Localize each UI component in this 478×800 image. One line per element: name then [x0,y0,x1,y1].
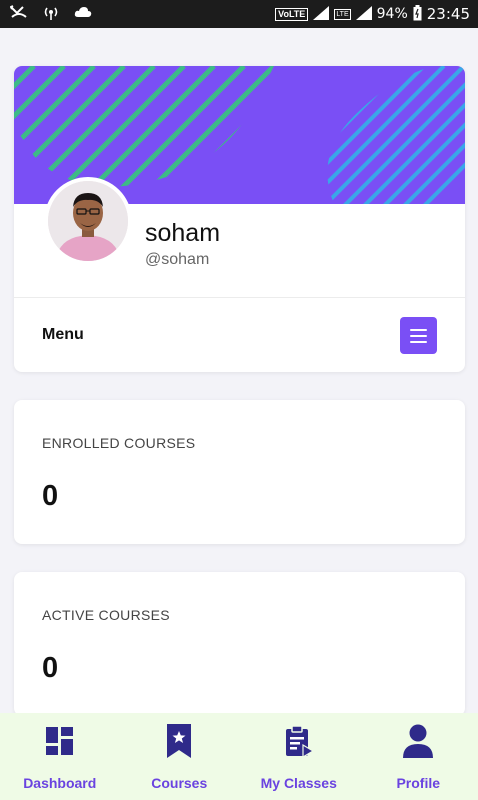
user-handle: @soham [145,251,210,268]
cloud-icon [74,5,92,23]
dashboard-icon [42,723,78,759]
clipboard-play-icon [281,723,317,759]
nav-my-classes-label: My Classes [260,775,337,791]
volte-badge: VoLTE [275,7,309,21]
user-name: soham [145,219,221,247]
nav-courses[interactable]: Courses [120,713,240,800]
avatar [44,177,132,265]
nav-profile[interactable]: Profile [359,713,478,800]
lte-badge: LTE [334,8,351,20]
battery-percent: 94% [376,6,408,22]
enrolled-courses-count: 0 [42,480,59,512]
active-courses-count: 0 [42,652,59,684]
nav-my-classes[interactable]: My Classes [239,713,359,800]
hotspot-icon [42,4,60,25]
bottom-nav: Dashboard Courses My Classes Profile [0,713,478,800]
active-courses-title: ACTIVE COURSES [42,607,170,623]
signal-icon-2 [355,5,372,23]
enrolled-courses-card: ENROLLED COURSES 0 [14,400,465,544]
battery-icon [413,4,422,24]
divider [14,297,465,298]
bookmark-star-icon [161,723,197,759]
nav-profile-label: Profile [396,775,441,791]
menu-label: Menu [42,326,84,343]
person-icon [400,723,436,759]
hamburger-icon-bar [410,334,427,337]
hamburger-icon-bar [410,328,427,331]
menu-button[interactable] [400,317,437,354]
enrolled-courses-title: ENROLLED COURSES [42,435,196,451]
nav-dashboard[interactable]: Dashboard [0,713,120,800]
active-courses-card: ACTIVE COURSES 0 [14,572,465,716]
profile-card: soham @soham Menu [14,66,465,372]
nav-dashboard-label: Dashboard [23,775,97,791]
missed-call-icon [9,4,28,24]
status-bar: VoLTE LTE 94% 23:45 [0,0,478,28]
clock: 23:45 [426,5,470,23]
hamburger-icon-bar [410,340,427,343]
nav-courses-label: Courses [151,775,208,791]
signal-icon [313,5,330,23]
